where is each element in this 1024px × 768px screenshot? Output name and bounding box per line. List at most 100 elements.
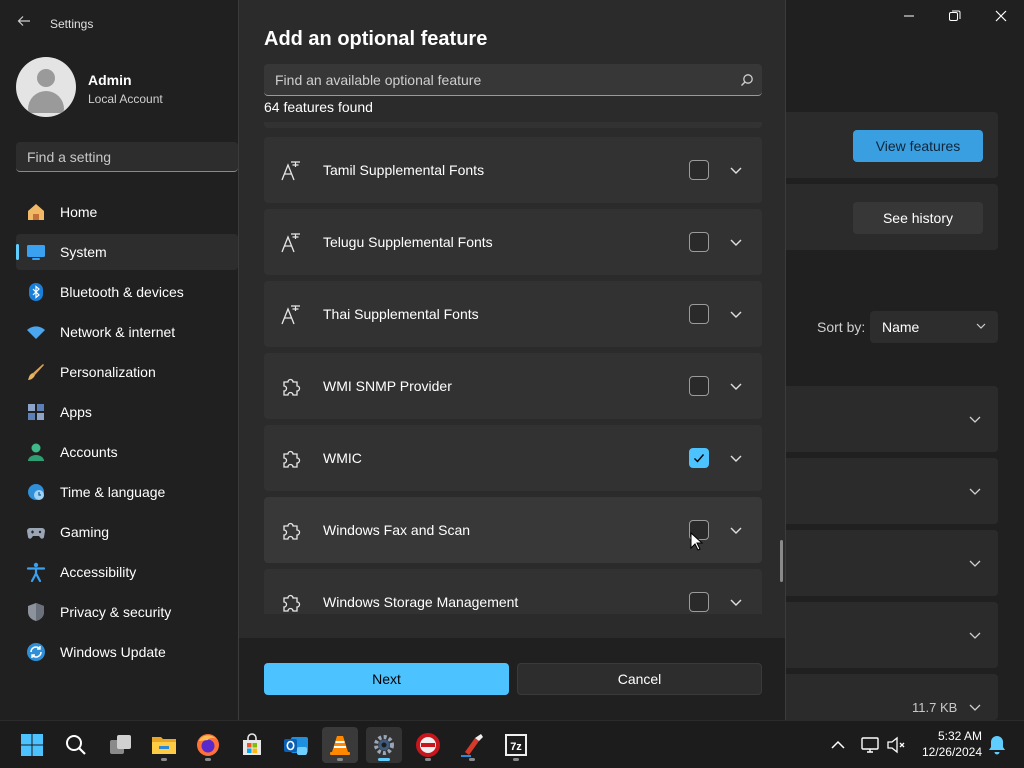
minimize-button[interactable] [886, 0, 932, 32]
maximize-button[interactable] [932, 0, 978, 32]
store-icon [243, 733, 261, 755]
back-button[interactable] [14, 14, 34, 34]
feature-checkbox[interactable] [689, 376, 709, 396]
taskbar-search-button[interactable] [58, 727, 94, 763]
close-button[interactable] [978, 0, 1024, 32]
sidebar-item-personalization[interactable]: Personalization [16, 354, 238, 390]
rufus-button[interactable] [410, 727, 446, 763]
user-profile[interactable]: Admin Local Account [16, 57, 236, 117]
7zip-icon: 7z [505, 734, 527, 756]
see-history-button[interactable]: See history [853, 202, 983, 234]
cancel-button[interactable]: Cancel [517, 663, 762, 695]
sidebar-item-label: Home [60, 204, 98, 220]
chevron-down-icon[interactable] [728, 522, 744, 538]
firefox-button[interactable] [190, 727, 226, 763]
file-explorer-icon [152, 737, 176, 754]
system-clock[interactable]: 5:32 AM 12/26/2024 [912, 728, 982, 760]
font-icon [281, 161, 300, 181]
list-item[interactable]: Windows Fax and Scan [264, 497, 762, 563]
sidebar-item-label: Accessibility [60, 564, 137, 580]
feature-name: WMIC [323, 450, 362, 466]
sidebar-item-home[interactable]: Home [16, 194, 238, 230]
chevron-down-icon[interactable] [728, 594, 744, 610]
chevron-down-icon[interactable] [966, 410, 984, 428]
chevron-down-icon[interactable] [728, 306, 744, 322]
restore-icon [949, 10, 961, 21]
find-setting-input[interactable]: Find a setting [16, 142, 238, 172]
vlc-button[interactable] [322, 727, 358, 763]
chevron-down-icon[interactable] [728, 234, 744, 250]
sidebar-item-label: Apps [60, 404, 92, 420]
chevron-down-icon[interactable] [728, 378, 744, 394]
chevron-down-icon[interactable] [966, 554, 984, 572]
add-optional-feature-dialog: Add an optional feature 64 features foun… [238, 0, 786, 720]
sidebar-item-label: Gaming [60, 524, 110, 540]
svg-text:7z: 7z [510, 741, 522, 753]
sidebar-item-gaming[interactable]: Gaming [16, 514, 238, 550]
volume-muted-icon[interactable] [886, 735, 906, 755]
sidebar-item-windows-update[interactable]: Windows Update [16, 634, 238, 670]
sidebar-item-network[interactable]: Network & internet [16, 314, 238, 350]
list-item[interactable]: Telugu Supplemental Fonts [264, 209, 762, 275]
apps-icon [28, 404, 44, 420]
home-icon [28, 204, 44, 220]
list-scrollbar[interactable] [780, 540, 783, 582]
chevron-down-icon[interactable] [728, 450, 744, 466]
accounts-icon [28, 443, 44, 461]
file-explorer-button[interactable] [146, 727, 182, 763]
feature-checkbox[interactable] [689, 304, 709, 324]
checkmark-icon [694, 454, 705, 463]
notification-bell-icon[interactable] [988, 735, 1006, 755]
feature-name: Tamil Supplemental Fonts [323, 162, 485, 178]
ccleaner-icon [461, 734, 483, 757]
list-item[interactable]: Thai Supplemental Fonts [264, 281, 762, 347]
network-icon[interactable] [860, 735, 880, 755]
profile-name: Admin [88, 72, 132, 88]
outlook-button[interactable] [278, 727, 314, 763]
sidebar-item-apps[interactable]: Apps [16, 394, 238, 430]
feature-checkbox[interactable] [689, 448, 709, 468]
dialog-footer: Next Cancel [239, 638, 785, 720]
feature-search-box[interactable] [264, 64, 762, 96]
feature-checkbox[interactable] [689, 592, 709, 612]
feature-search-input[interactable] [264, 64, 734, 95]
globe-icon [28, 484, 44, 500]
chevron-down-icon[interactable] [966, 482, 984, 500]
chevron-down-icon[interactable] [728, 162, 744, 178]
sort-dropdown[interactable]: Name [870, 311, 998, 343]
start-icon [21, 734, 43, 756]
chevron-down-icon[interactable] [966, 698, 984, 716]
7zip-button[interactable]: 7z [498, 727, 534, 763]
store-button[interactable] [234, 727, 270, 763]
list-item[interactable]: WMI SNMP Provider [264, 353, 762, 419]
sidebar-item-privacy-security[interactable]: Privacy & security [16, 594, 238, 630]
feature-checkbox[interactable] [689, 232, 709, 252]
list-item[interactable]: Tamil Supplemental Fonts [264, 137, 762, 203]
list-item[interactable]: Windows Storage Management [264, 569, 762, 614]
sidebar-item-accounts[interactable]: Accounts [16, 434, 238, 470]
next-button[interactable]: Next [264, 663, 509, 695]
avatar [16, 57, 76, 117]
clock-date: 12/26/2024 [921, 745, 982, 759]
search-icon[interactable] [740, 73, 754, 87]
task-view-button[interactable] [103, 727, 139, 763]
clock-time: 5:32 AM [937, 729, 982, 743]
chevron-down-icon[interactable] [966, 626, 984, 644]
settings-icon [374, 735, 394, 755]
feature-checkbox[interactable] [689, 160, 709, 180]
update-icon [27, 643, 45, 661]
bluetooth-icon [29, 283, 43, 301]
sidebar-item-bluetooth[interactable]: Bluetooth & devices [16, 274, 238, 310]
sidebar-item-time-language[interactable]: Time & language [16, 474, 238, 510]
ccleaner-button[interactable] [454, 727, 490, 763]
mouse-cursor-icon [690, 532, 704, 551]
show-hidden-icons-chevron-icon[interactable] [829, 736, 847, 754]
sidebar-item-label: Bluetooth & devices [60, 284, 184, 300]
sidebar-item-system[interactable]: System [16, 234, 238, 270]
font-icon [281, 305, 300, 325]
sidebar-item-accessibility[interactable]: Accessibility [16, 554, 238, 590]
settings-button[interactable] [366, 727, 402, 763]
start-button[interactable] [14, 727, 50, 763]
view-features-button[interactable]: View features [853, 130, 983, 162]
list-item[interactable]: WMIC [264, 425, 762, 491]
